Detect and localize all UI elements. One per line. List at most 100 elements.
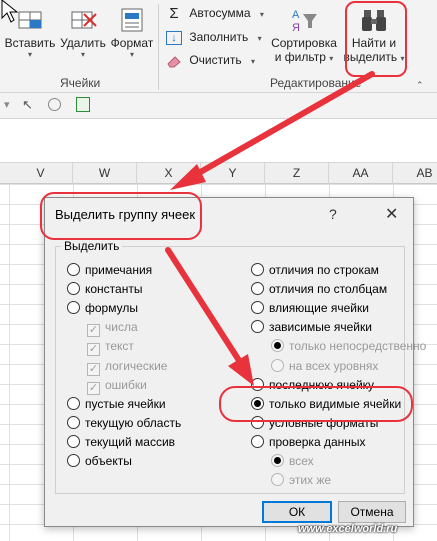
option-label: объекты <box>85 454 132 468</box>
option-label: влияющие ячейки <box>269 301 369 316</box>
editing-group-label: Редактирование <box>270 76 362 90</box>
radio-option[interactable]: отличия по строкам <box>251 262 379 278</box>
checkbox-icon: ✓ <box>87 343 100 357</box>
option-label: формулы <box>85 301 138 316</box>
sort-label-2: и фильтр <box>274 50 326 64</box>
formula-area <box>0 119 437 162</box>
sort-label-1: Сортировка <box>271 36 337 50</box>
annotation-ring-title <box>40 192 202 240</box>
column-header[interactable]: X <box>137 163 201 184</box>
ribbon-separator <box>158 4 159 90</box>
ok-button[interactable]: ОК <box>262 501 332 523</box>
checkbox-option: ✓ числа <box>87 319 138 338</box>
svg-text:А: А <box>292 9 300 21</box>
sort-caret-icon: ▾ <box>329 54 334 63</box>
radio-icon <box>271 339 284 353</box>
radio-option[interactable]: примечания <box>67 262 152 278</box>
insert-label: Вставить <box>4 36 56 50</box>
select-group-legend: Выделить <box>61 239 123 253</box>
radio-option[interactable]: формулы <box>67 300 138 316</box>
radio-option: всех <box>271 453 314 469</box>
fill-down-icon: ↓ <box>166 30 182 45</box>
radio-option[interactable]: проверка данных <box>251 434 366 450</box>
radio-option[interactable]: текущую область <box>67 415 181 431</box>
sort-filter-button[interactable]: А Я Сортировка и фильтр ▾ <box>266 6 342 66</box>
autosum-caret-icon: ▾ <box>259 10 264 19</box>
fill-label: Заполнить <box>189 30 249 44</box>
column-header[interactable]: AA <box>329 163 393 184</box>
screenshot-root: Вставить ▾ Удалить ▾ Формат ▾ Ячейки Σ А… <box>0 0 437 541</box>
insert-cells-icon <box>18 11 42 29</box>
format-label: Формат <box>110 36 154 50</box>
clear-caret-icon: ▾ <box>250 57 255 66</box>
close-button[interactable]: ✕ <box>385 204 398 224</box>
option-label: зависимые ячейки <box>269 320 372 335</box>
format-caret-icon: ▾ <box>129 50 134 59</box>
checkbox-option: ✓ логические <box>87 358 167 376</box>
clear-button[interactable]: Очистить ▾ <box>166 53 255 68</box>
radio-option[interactable]: объекты <box>67 453 132 469</box>
autosum-button[interactable]: Σ Автосумма ▾ <box>166 6 264 21</box>
delete-label: Удалить <box>60 36 106 50</box>
watermark: www.excelworld.ru <box>298 523 398 535</box>
annotation-ring-visible-cells <box>219 386 413 422</box>
option-label: всех <box>289 454 314 468</box>
refresh-sheet-icon[interactable] <box>76 97 90 112</box>
radio-icon <box>251 320 264 334</box>
radio-option: только непосредственно <box>271 338 426 354</box>
radio-icon <box>251 282 264 296</box>
checkbox-icon: ✓ <box>87 381 100 395</box>
delete-button[interactable]: Удалить ▾ <box>58 6 108 60</box>
go-to-special-dialog: Выделить группу ячеек ? ✕ Выделить приме… <box>44 197 426 527</box>
cells-group-label: Ячейки <box>60 76 101 90</box>
pointer-icon[interactable]: ↖ <box>22 97 33 113</box>
radio-option: этих же <box>271 472 331 488</box>
option-label: этих же <box>289 473 332 488</box>
format-button[interactable]: Формат ▾ <box>108 6 156 60</box>
option-label: на всех уровнях <box>289 358 379 373</box>
radio-icon <box>251 263 264 276</box>
radio-icon <box>271 358 284 372</box>
column-header[interactable]: W <box>73 163 137 184</box>
cancel-button[interactable]: Отмена <box>338 501 406 523</box>
circle-icon[interactable] <box>48 98 61 111</box>
column-header[interactable]: Y <box>201 163 265 184</box>
radio-icon <box>67 263 80 276</box>
eraser-icon <box>166 54 182 68</box>
radio-option[interactable]: отличия по столбцам <box>251 281 387 297</box>
radio-icon <box>251 301 264 315</box>
insert-caret-icon: ▾ <box>27 50 32 59</box>
radio-icon <box>67 454 80 467</box>
radio-icon <box>67 301 80 315</box>
option-label: примечания <box>85 263 153 277</box>
option-label: пустые ячейки <box>85 396 166 411</box>
insert-button[interactable]: Вставить ▾ <box>2 6 58 60</box>
radio-option[interactable]: зависимые ячейки <box>251 319 372 335</box>
qat-caret-icon[interactable]: ▾ <box>4 98 10 111</box>
checkbox-icon: ✓ <box>87 324 100 338</box>
radio-option[interactable]: текущий массив <box>67 434 175 450</box>
quick-access-toolbar: ▾ ↖ <box>0 93 437 119</box>
option-label: ошибки <box>105 377 147 392</box>
column-header[interactable]: AB <box>393 163 437 184</box>
column-header[interactable]: V <box>9 163 73 184</box>
radio-option[interactable]: константы <box>67 281 142 297</box>
sort-filter-icon: А Я <box>292 9 317 34</box>
help-button[interactable]: ? <box>329 206 337 222</box>
radio-icon <box>271 454 284 467</box>
radio-icon <box>67 282 80 296</box>
radio-option[interactable]: пустые ячейки <box>67 396 166 412</box>
option-label: логические <box>105 358 168 373</box>
option-label: отличия по столбцам <box>269 282 388 297</box>
radio-icon <box>67 434 80 448</box>
option-label: константы <box>85 282 143 297</box>
fill-caret-icon: ▾ <box>257 34 262 43</box>
format-cells-icon <box>121 8 143 32</box>
checkbox-option: ✓ текст <box>87 338 134 357</box>
column-header[interactable]: Z <box>265 163 329 184</box>
radio-icon <box>67 396 80 410</box>
fill-button[interactable]: ↓ Заполнить ▾ <box>166 30 262 45</box>
radio-option[interactable]: влияющие ячейки <box>251 300 369 316</box>
collapse-ribbon-icon[interactable]: ⌃ <box>416 80 424 91</box>
checkbox-option: ✓ ошибки <box>87 377 147 395</box>
